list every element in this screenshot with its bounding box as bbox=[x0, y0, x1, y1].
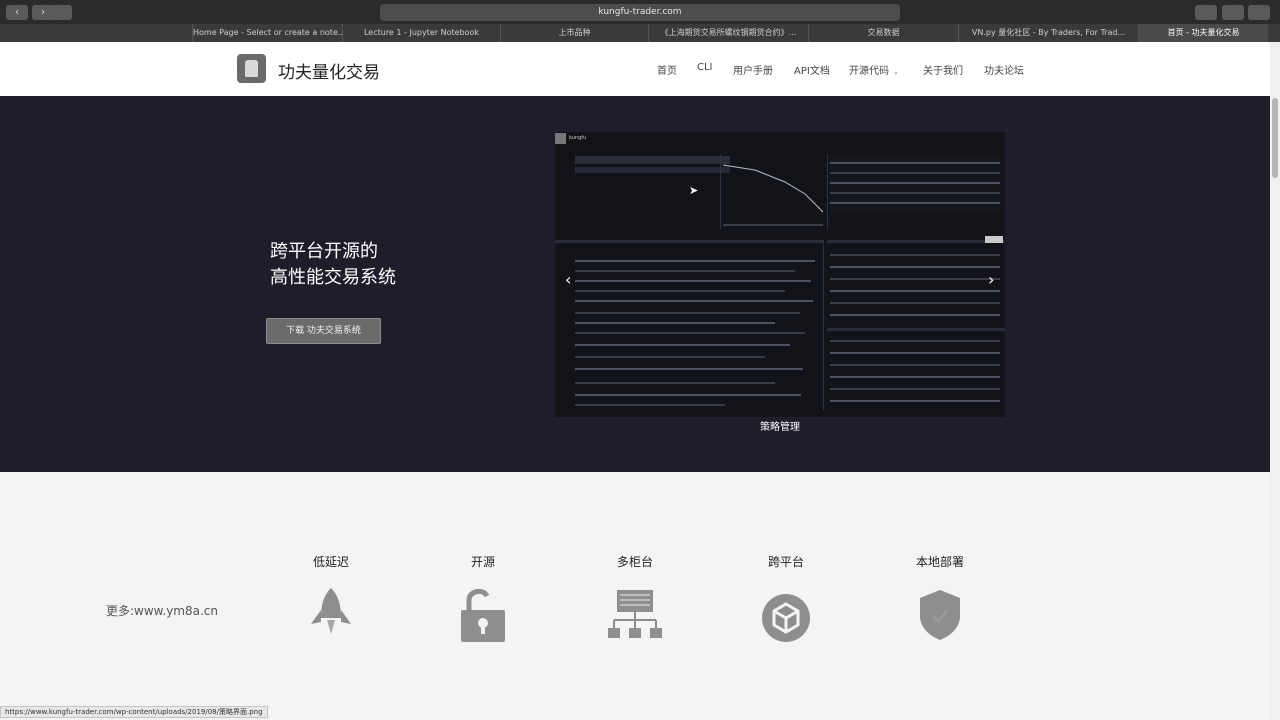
cube-icon bbox=[762, 594, 810, 642]
nav-source-code[interactable]: 开源代码 ⌄ bbox=[849, 62, 899, 77]
download-button[interactable]: 下载 功夫交易系统 bbox=[266, 318, 381, 344]
app-screenshot: kungfu bbox=[555, 132, 1005, 417]
browser-toolbar: ‹ › kungfu-trader.com bbox=[0, 0, 1280, 24]
tab-lecture-1[interactable]: Lecture 1 - Jupyter Notebook bbox=[342, 24, 500, 42]
tabs-overview-icon[interactable] bbox=[1248, 5, 1270, 20]
nav-source-code-label: 开源代码 bbox=[849, 66, 889, 77]
chevron-down-icon: ⌄ bbox=[893, 68, 899, 76]
site-header: 功夫量化交易 首页 CLI 用户手册 API文档 开源代码 ⌄ 关于我们 功夫论坛 bbox=[0, 42, 1270, 96]
app-screenshot-graphic bbox=[555, 154, 1005, 410]
features-section: 更多:www.ym8a.cn 低延迟 开源 多柜台 跨平台 本地部署 bbox=[0, 472, 1270, 702]
watermark-text: 更多:www.ym8a.cn bbox=[106, 604, 218, 618]
nav-api-docs[interactable]: API文档 bbox=[794, 62, 830, 77]
tab-kungfu-home[interactable]: 首页 - 功夫量化交易 bbox=[1138, 24, 1268, 42]
status-bar-link-preview: https://www.kungfu-trader.com/wp-content… bbox=[0, 706, 268, 718]
nav-user-manual[interactable]: 用户手册 bbox=[733, 62, 773, 77]
shield-icon bbox=[920, 590, 960, 640]
site-name[interactable]: 功夫量化交易 bbox=[278, 58, 380, 83]
nav-about-us[interactable]: 关于我们 bbox=[923, 62, 963, 77]
carousel-prev-icon[interactable]: ‹ bbox=[565, 270, 571, 289]
tab-vnpy-community[interactable]: VN.py 量化社区 - By Traders, For Trad... bbox=[958, 24, 1138, 42]
tab-home-page[interactable]: Home Page - Select or create a note... bbox=[192, 24, 342, 42]
feature-open-source-label: 开源 bbox=[470, 555, 496, 569]
feature-cross-platform-label: 跨平台 bbox=[767, 555, 805, 569]
mouse-cursor-icon: ➤ bbox=[689, 184, 699, 197]
carousel-next-icon[interactable]: › bbox=[988, 270, 994, 289]
feature-multi-broker-label: 多柜台 bbox=[616, 555, 654, 569]
carousel-caption: 策略管理 bbox=[760, 422, 800, 433]
scrollbar-thumb[interactable] bbox=[1272, 98, 1278, 178]
share-icon[interactable] bbox=[1222, 5, 1244, 20]
sidebar-toggle-icon[interactable] bbox=[50, 5, 72, 20]
address-bar[interactable]: kungfu-trader.com bbox=[380, 4, 900, 21]
kungfu-logo-icon[interactable] bbox=[237, 54, 266, 83]
nav-home[interactable]: 首页 bbox=[657, 62, 677, 77]
tab-listed-products[interactable]: 上市品种 bbox=[500, 24, 648, 42]
tab-rebar-futures[interactable]: 《上海期货交易所螺纹钢期货合约》... bbox=[648, 24, 808, 42]
nav-forum[interactable]: 功夫论坛 bbox=[984, 62, 1024, 77]
hero-headline-line-1: 跨平台开源的 bbox=[270, 241, 378, 262]
back-button[interactable]: ‹ bbox=[6, 5, 28, 20]
hero-headline-line-2: 高性能交易系统 bbox=[270, 267, 396, 288]
hierarchy-icon bbox=[608, 590, 662, 638]
extension-icon[interactable] bbox=[1195, 5, 1217, 20]
feature-local-deployment-label: 本地部署 bbox=[915, 555, 965, 569]
unlocked-padlock-icon bbox=[461, 588, 505, 642]
nav-cli[interactable]: CLI bbox=[697, 62, 713, 73]
rocket-icon bbox=[311, 588, 351, 634]
tab-trading-data[interactable]: 交易数据 bbox=[808, 24, 958, 42]
feature-low-latency-label: 低延迟 bbox=[312, 555, 350, 569]
